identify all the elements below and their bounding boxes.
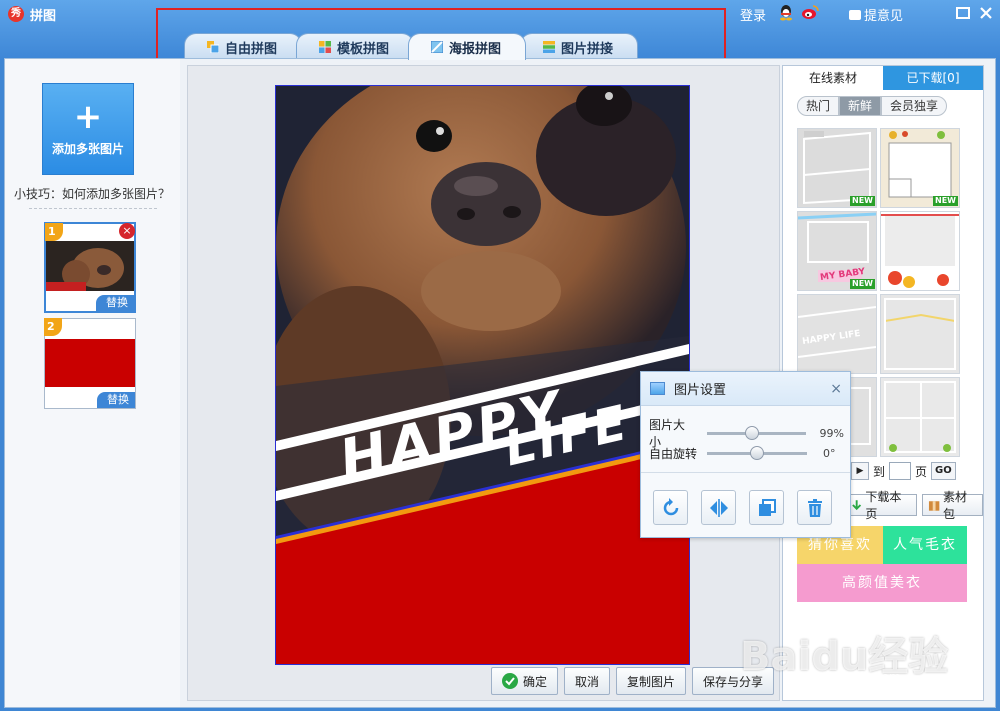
divider — [641, 472, 850, 473]
window-title: 拼图 — [30, 9, 57, 24]
rotate-label: 自由旋转 — [649, 447, 698, 461]
poster-canvas[interactable]: HAPPY LIFE — [275, 85, 690, 665]
next-page-icon[interactable]: ▶ — [851, 462, 869, 480]
template-thumb[interactable] — [880, 294, 960, 374]
tab-downloaded[interactable]: 已下载[0] — [883, 66, 983, 90]
filter-hot[interactable]: 热门 — [797, 96, 840, 116]
layer-icon — [758, 498, 776, 516]
image-list-panel: + 添加多张图片 小技巧：如何添加多张图片？ 1 × 替换 2 替换 — [5, 59, 180, 707]
template-preview — [881, 212, 959, 290]
template-thumb[interactable] — [880, 211, 960, 291]
image-settings-icon — [650, 382, 665, 395]
delete-button[interactable] — [797, 490, 832, 525]
weibo-icon[interactable] — [801, 4, 819, 21]
size-value: 99% — [819, 426, 844, 440]
chat-bubble-icon — [849, 9, 861, 20]
page-number-input[interactable] — [889, 462, 912, 480]
qq-icon[interactable] — [778, 4, 794, 21]
template-thumb[interactable] — [880, 377, 960, 457]
plus-icon: + — [73, 96, 103, 137]
ad-popular-sweater[interactable]: 人气毛衣 — [883, 526, 967, 564]
layer-button[interactable] — [749, 490, 784, 525]
material-pack-label: 素材包 — [943, 490, 968, 521]
go-button[interactable]: GO — [931, 462, 956, 480]
package-icon — [928, 500, 940, 511]
settings-header[interactable]: 图片设置 — [641, 372, 850, 406]
copy-image-button[interactable]: 复制图片 — [616, 667, 687, 695]
template-thumb[interactable]: HAPPY LIFE — [797, 294, 877, 374]
download-row: 下载本页 素材包 — [845, 490, 983, 521]
add-images-button[interactable]: + 添加多张图片 — [42, 83, 134, 175]
material-pack-button[interactable]: 素材包 — [921, 490, 983, 521]
poster-collage-icon — [431, 41, 444, 53]
check-icon — [502, 673, 518, 689]
download-page-label: 下载本页 — [865, 490, 902, 521]
app-logo: 秀 — [8, 6, 24, 22]
filter-vip[interactable]: 会员独享 — [881, 96, 948, 116]
tab-poster-collage[interactable]: 海报拼图 — [408, 33, 527, 60]
size-slider-handle[interactable] — [744, 425, 759, 440]
flip-button[interactable] — [701, 490, 736, 525]
feedback-link[interactable]: 提意见 — [849, 5, 903, 24]
template-preview — [881, 378, 959, 456]
size-slider[interactable] — [706, 425, 806, 440]
template-thumb[interactable]: NEW — [797, 128, 877, 208]
download-page-button[interactable]: 下载本页 — [845, 490, 917, 521]
poster-artwork — [276, 86, 689, 664]
close-window-icon[interactable] — [978, 5, 994, 21]
rotate-slider-handle[interactable] — [750, 446, 765, 460]
settings-title: 图片设置 — [674, 383, 727, 398]
tab-online-material[interactable]: 在线素材 — [783, 66, 883, 90]
confirm-button[interactable]: 确定 — [491, 667, 559, 695]
red-block-thumbnail — [45, 339, 135, 387]
confirm-label: 确定 — [523, 674, 548, 689]
template-thumb[interactable]: MY BABY NEW — [797, 211, 877, 291]
feedback-label: 提意见 — [864, 9, 904, 24]
pager-to-label: 到 — [873, 464, 886, 479]
replace-button[interactable]: 替换 — [97, 392, 135, 408]
tip-link[interactable]: 小技巧：如何添加多张图片？ — [14, 185, 170, 202]
pager-page-label: 页 — [915, 464, 928, 479]
delete-thumbnail-icon[interactable]: × — [119, 223, 135, 239]
material-filters: 热门 新鲜 会员独享 — [797, 96, 948, 116]
add-images-label: 添加多张图片 — [51, 141, 124, 156]
maximize-icon[interactable] — [955, 5, 971, 21]
divider — [29, 208, 157, 209]
cancel-button[interactable]: 取消 — [564, 667, 611, 695]
flip-icon — [709, 498, 728, 517]
image-settings-panel: 图片设置 × 图片大小 99% 自由旋转 0° — [640, 371, 851, 538]
tab-label: 海报拼图 — [449, 41, 502, 57]
template-preview — [881, 295, 959, 373]
login-link[interactable]: 登录 — [740, 5, 766, 24]
new-badge: NEW — [850, 279, 875, 289]
thumbnail-1[interactable]: 1 × 替换 — [44, 222, 136, 313]
new-badge: NEW — [933, 196, 958, 206]
close-icon[interactable]: × — [830, 381, 842, 397]
rotate-value: 0° — [823, 447, 836, 460]
thumbnail-number: 2 — [44, 318, 62, 336]
rotate-slider[interactable] — [707, 446, 808, 460]
rotate-row: 自由旋转 0° — [649, 445, 844, 462]
filter-new[interactable]: 新鲜 — [839, 96, 882, 116]
pager: ▶ 到 页 GO — [851, 462, 956, 480]
baidu-watermark-url: jingyan.baidu.com — [790, 670, 901, 684]
thumbnail-2[interactable]: 2 替换 — [44, 318, 136, 409]
new-badge: NEW — [850, 196, 875, 206]
ad-pretty-clothes[interactable]: 高颜值美衣 — [797, 564, 967, 602]
download-arrow-icon — [852, 500, 862, 511]
replace-button[interactable]: 替换 — [96, 295, 134, 311]
material-tabs: 在线素材 已下载[0] — [783, 66, 983, 90]
template-thumb[interactable]: NEW — [880, 128, 960, 208]
settings-tools — [653, 490, 832, 525]
rotate-icon — [663, 497, 678, 515]
trash-icon — [807, 498, 822, 517]
rotate-button[interactable] — [653, 490, 688, 525]
action-buttons: 确定 取消 复制图片 保存与分享 — [491, 667, 775, 695]
